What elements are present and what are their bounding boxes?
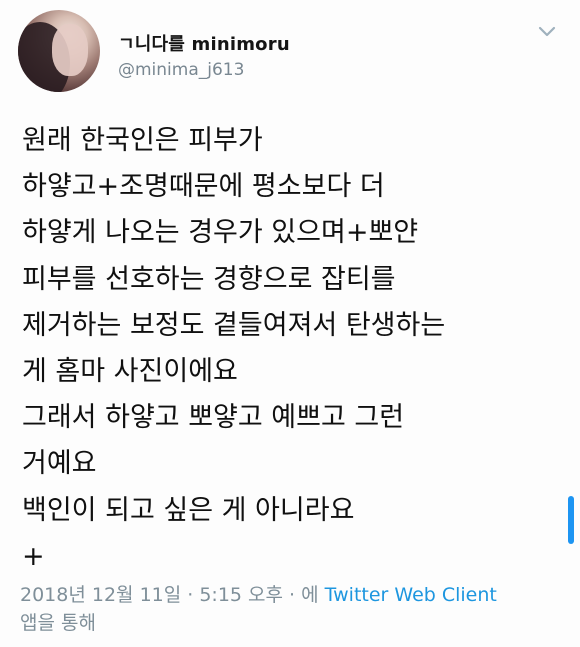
scroll-indicator[interactable]	[568, 496, 574, 544]
tweet-text-line: 하얗고+조명때문에 평소보다 더	[22, 171, 385, 203]
tweet-text-line: 거예요	[22, 448, 97, 480]
tweet-text-line: 원래 한국인은 피부가	[22, 125, 263, 156]
tweet-text-line: 그래서 하얗고 뽀얗고 예쁘고 그런	[22, 402, 405, 434]
tweet-text-line: 백인이 되고 싶은 게 아니라요	[22, 494, 355, 526]
tweet-text-line: 게 홈마 사진이에요	[22, 355, 238, 387]
tweet-card: ㄱ니다를 minimoru @minima_j613 원래 한국인은 피부가 하…	[0, 0, 580, 647]
tweet-text: 원래 한국인은 피부가 하얗고+조명때문에 평소보다 더 하얗게 나오는 경우가…	[22, 118, 557, 580]
author-display-name[interactable]: ㄱ니다를 minimoru	[118, 30, 290, 56]
chevron-down-icon[interactable]	[538, 24, 556, 38]
tweet-source-suffix: 앱을 통해	[20, 612, 96, 634]
tweet-source-link[interactable]: Twitter Web Client	[325, 584, 497, 606]
tweet-timestamp[interactable]: 2018년 12월 11일 · 5:15 오후 · 에	[20, 584, 319, 606]
author-handle[interactable]: @minima_j613	[118, 60, 244, 80]
tweet-text-line: +	[22, 540, 45, 572]
tweet-meta: 2018년 12월 11일 · 5:15 오후 · 에 Twitter Web …	[20, 581, 570, 637]
avatar-face-shape	[52, 24, 88, 76]
tweet-text-line: 하얗게 나오는 경우가 있으며+뽀얀	[22, 217, 419, 249]
tweet-text-line: 제거하는 보정도 곁들여져서 탄생하는	[22, 309, 446, 341]
tweet-text-line: 피부를 선호하는 경향으로 잡티를	[22, 263, 396, 295]
avatar[interactable]	[18, 10, 100, 92]
